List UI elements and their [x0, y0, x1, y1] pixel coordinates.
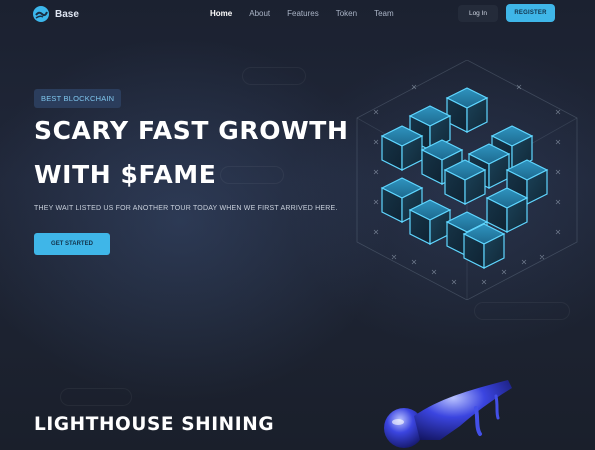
logo-icon — [33, 6, 49, 22]
decor-shape — [242, 67, 306, 85]
nav-link-about[interactable]: About — [249, 9, 270, 18]
register-button[interactable]: REGISTER — [506, 4, 555, 22]
decor-shape — [220, 166, 284, 184]
liquid-blob-illustration — [384, 380, 512, 448]
brand-logo[interactable]: Base — [33, 6, 79, 22]
decor-shape — [60, 388, 132, 406]
section-title: LIGHTHOUSE SHINING — [34, 414, 275, 435]
hero-badge: BEST BLOCKCHAIN — [34, 89, 122, 108]
cube-illustration — [356, 60, 578, 300]
nav-link-home[interactable]: Home — [210, 9, 232, 18]
top-nav: Base Home About Features Token Team Log … — [0, 0, 595, 28]
hero-title-line-1: SCARY FAST GROWTH — [34, 116, 349, 145]
hero-title-line-2: WITH $FAME — [34, 160, 217, 189]
brand-name: Base — [55, 8, 79, 20]
login-button[interactable]: Log In — [458, 5, 498, 22]
hero-subtitle: THEY WAIT LISTED US FOR ANOTHER TOUR TOD… — [34, 205, 338, 212]
nav-links: Home About Features Token Team — [210, 9, 411, 18]
nav-link-team[interactable]: Team — [374, 9, 394, 18]
nav-link-token[interactable]: Token — [336, 9, 357, 18]
nav-link-features[interactable]: Features — [287, 9, 319, 18]
get-started-button[interactable]: GET STARTED — [34, 233, 110, 255]
decor-shape — [474, 302, 570, 320]
